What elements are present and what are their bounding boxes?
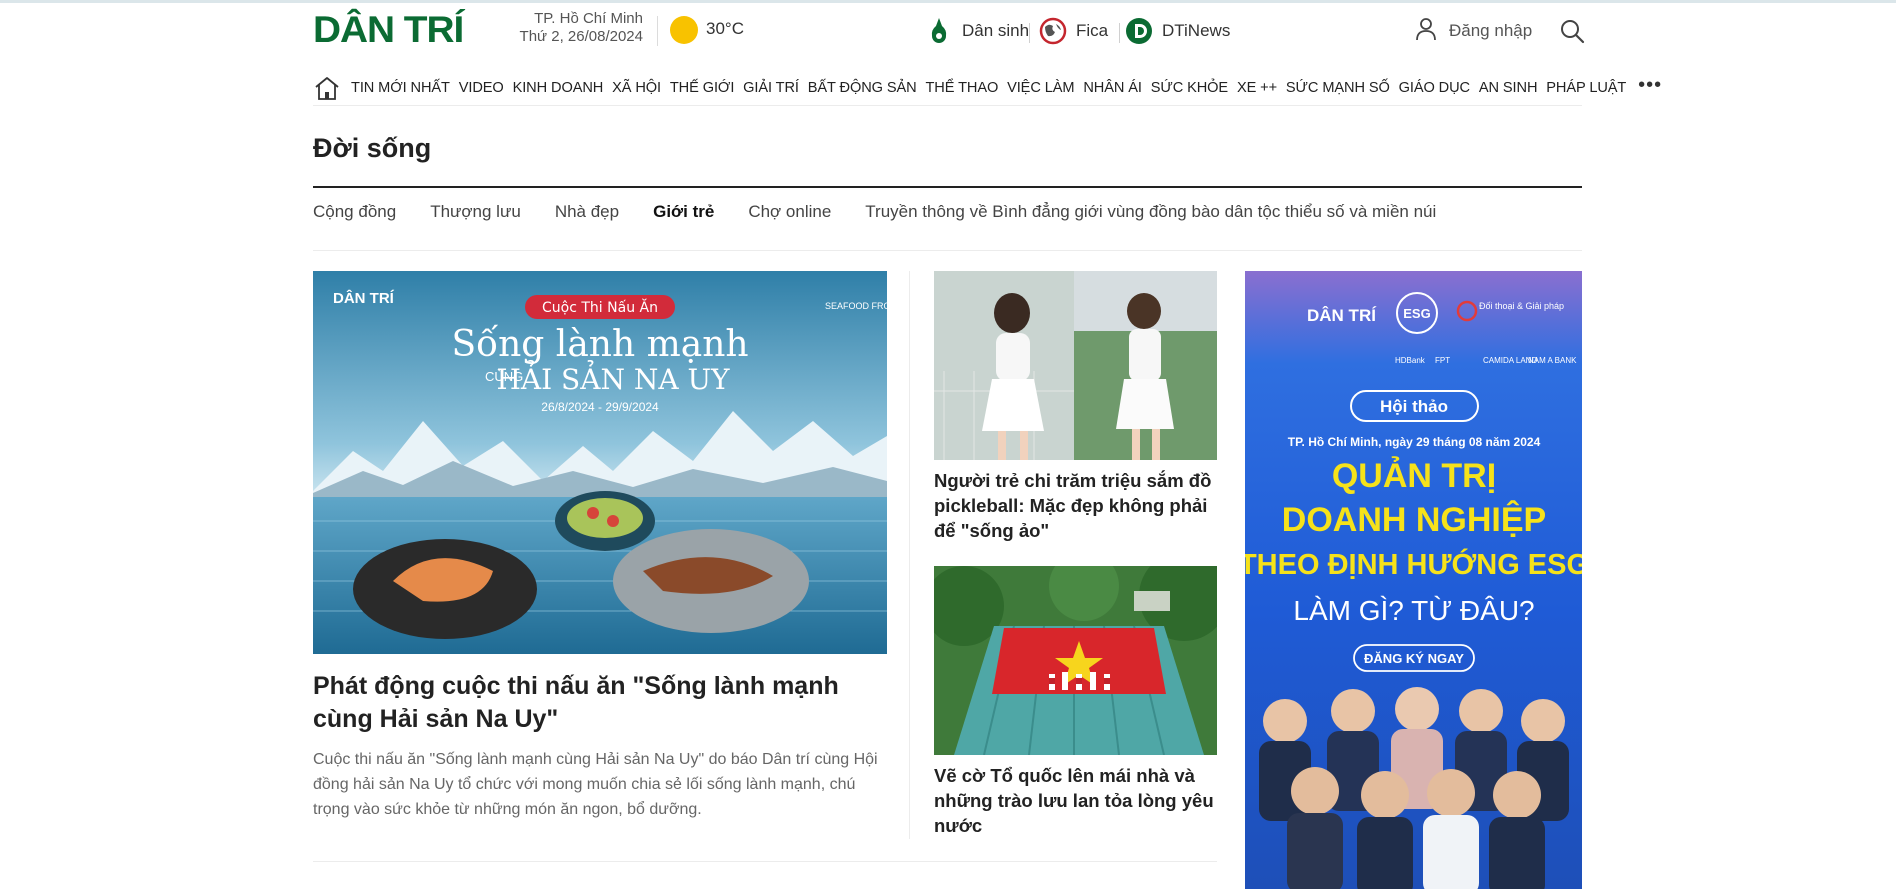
side-article-image[interactable] — [934, 566, 1217, 755]
ad-line-1: QUẢN TRỊ — [1332, 457, 1496, 495]
nav-item[interactable]: SỨC MẠNH SỐ — [1286, 80, 1390, 96]
ad-sponsor: HDBank — [1395, 356, 1426, 365]
section-title[interactable]: Đời sống — [313, 133, 431, 164]
fica-globe-icon — [1039, 17, 1067, 45]
section-subnav: Cộng đồng Thượng lưu Nhà đẹp Giới trẻ Ch… — [313, 202, 1470, 222]
date-location: TP. Hồ Chí Minh Thứ 2, 26/08/2024 — [493, 10, 643, 46]
subnav-divider — [313, 250, 1582, 251]
nav-item[interactable]: TIN MỚI NHẤT — [351, 80, 450, 96]
main-nav: TIN MỚI NHẤT VIDEO KINH DOANH XÃ HỘI THẾ… — [313, 70, 1661, 106]
ad-cta: ĐĂNG KÝ NGAY — [1364, 651, 1464, 666]
ad-sponsor: FPT — [1435, 356, 1450, 365]
promo-badge: Cuộc Thi Nấu Ăn — [542, 298, 658, 316]
nav-item[interactable]: XE ++ — [1237, 80, 1277, 96]
side-article-title[interactable]: Người trẻ chi trăm triệu sắm đồ pickleba… — [934, 468, 1217, 543]
date-label: Thứ 2, 26/08/2024 — [519, 28, 643, 45]
ad-line-2: DOANH NGHIỆP — [1282, 501, 1546, 539]
list-divider — [313, 861, 1217, 862]
divider — [657, 16, 658, 46]
dtinews-icon — [1125, 17, 1153, 45]
nav-item[interactable]: AN SINH — [1479, 80, 1538, 96]
ad-partner: Đối thoại & Giải pháp — [1479, 301, 1564, 311]
nav-item[interactable]: VIDEO — [459, 80, 504, 96]
nav-item[interactable]: THỂ THAO — [925, 80, 998, 96]
site-header: DÂN TRÍ TP. Hồ Chí Minh Thứ 2, 26/08/202… — [313, 10, 1585, 54]
site-logo[interactable]: DÂN TRÍ — [313, 11, 464, 48]
promo-partner: SEAFOOD FROM NORWAY — [825, 301, 887, 311]
main-article-image[interactable]: Cuộc Thi Nấu Ăn DÂN TRÍ Sống lành mạnh C… — [313, 271, 887, 654]
nav-item[interactable]: BẤT ĐỘNG SẢN — [808, 80, 917, 96]
nav-item[interactable]: GIẢI TRÍ — [743, 80, 799, 96]
nav-item[interactable]: KINH DOANH — [513, 80, 604, 96]
promo-brand: DÂN TRÍ — [333, 289, 395, 307]
home-icon[interactable] — [313, 73, 341, 103]
ad-speakers-photo — [1259, 687, 1569, 889]
subnav-item[interactable]: Thượng lưu — [430, 202, 521, 222]
temperature: 30°C — [706, 19, 744, 38]
ad-line-4: LÀM GÌ? TỪ ĐÂU? — [1293, 595, 1534, 626]
main-article-summary: Cuộc thi nấu ăn "Sống lành mạnh cùng Hải… — [313, 751, 878, 818]
promo-headline-2: HẢI SẢN NA UY — [496, 360, 730, 396]
promo-dates: 26/8/2024 - 29/9/2024 — [541, 400, 659, 414]
ad-sponsor: NAM A BANK — [1528, 356, 1577, 365]
side-article-title[interactable]: Vẽ cờ Tổ quốc lên mái nhà và những trào … — [934, 763, 1217, 838]
subnav-item[interactable]: Nhà đẹp — [555, 202, 619, 222]
sun-icon — [670, 16, 698, 44]
nav-item[interactable]: PHÁP LUẬT — [1546, 80, 1626, 96]
divider — [1119, 23, 1120, 43]
search-icon[interactable] — [1559, 18, 1585, 44]
nav-item[interactable]: THẾ GIỚI — [670, 80, 735, 96]
promo-headline-1: Sống lành mạnh — [451, 324, 748, 365]
side-article-image[interactable] — [934, 271, 1217, 460]
nav-item[interactable]: XÃ HỘI — [612, 80, 661, 96]
divider — [1029, 23, 1030, 43]
nav-item[interactable]: GIÁO DỤC — [1399, 80, 1470, 96]
city-label: TP. Hồ Chí Minh — [534, 10, 643, 27]
service-dan-sinh[interactable]: Dân sinh — [925, 16, 1029, 46]
subnav-item[interactable]: Chợ online — [748, 202, 831, 222]
section-divider — [313, 186, 1582, 188]
advertisement-banner[interactable]: DÂN TRÍ ESG Đối thoại & Giải pháp HDBank… — [1245, 271, 1582, 889]
column-divider — [909, 271, 910, 839]
ad-date-line: TP. Hồ Chí Minh, ngày 29 tháng 08 năm 20… — [1288, 435, 1541, 449]
ad-brand: DÂN TRÍ — [1307, 306, 1377, 325]
subnav-item[interactable]: Truyền thông về Bình đẳng giới vùng đồng… — [865, 202, 1436, 222]
main-article-title[interactable]: Phát động cuộc thi nấu ăn "Sống lành mạn… — [313, 670, 887, 736]
subnav-item-active[interactable]: Giới trẻ — [653, 202, 714, 222]
nav-item[interactable]: SỨC KHỎE — [1151, 80, 1228, 96]
nav-item[interactable]: VIỆC LÀM — [1007, 80, 1074, 96]
service-fica[interactable]: Fica — [1039, 16, 1108, 46]
nav-item[interactable]: NHÂN ÁI — [1083, 80, 1142, 96]
top-border — [0, 0, 1896, 3]
subnav-item[interactable]: Cộng đồng — [313, 202, 396, 222]
more-menu-icon[interactable]: ••• — [1638, 75, 1662, 96]
ad-tag: Hội thảo — [1380, 397, 1448, 416]
ad-esg-logo: ESG — [1403, 306, 1430, 321]
service-dtinews[interactable]: DTiNews — [1125, 16, 1230, 46]
dan-sinh-icon — [925, 17, 953, 45]
user-icon — [1415, 17, 1437, 46]
login-button[interactable]: Đăng nhập — [1415, 16, 1532, 46]
ad-line-3: THEO ĐỊNH HƯỚNG ESG — [1245, 547, 1582, 581]
